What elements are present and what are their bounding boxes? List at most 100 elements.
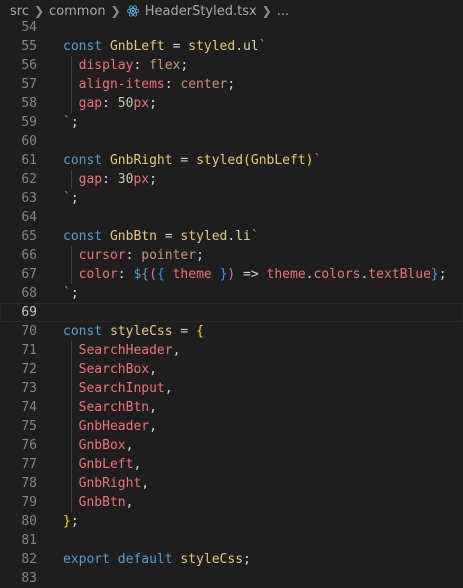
code-token: theme bbox=[266, 267, 306, 282]
line-number: 71 bbox=[21, 343, 37, 358]
code-token: SearchHeader bbox=[78, 343, 173, 358]
code-token: => bbox=[235, 267, 267, 282]
code-token: , bbox=[149, 362, 157, 377]
line-number: 82 bbox=[21, 552, 37, 567]
code-line[interactable]: 76 GnbBox, bbox=[0, 436, 463, 455]
line-number: 54 bbox=[21, 20, 37, 35]
code-token: ; bbox=[438, 267, 447, 282]
line-number: 78 bbox=[21, 476, 37, 491]
breadcrumb-more[interactable]: ... bbox=[277, 4, 289, 19]
code-line[interactable]: 74 SearchBtn, bbox=[0, 398, 463, 417]
code-line[interactable]: 57 align-items: center; bbox=[0, 75, 463, 94]
line-number: 65 bbox=[21, 229, 37, 244]
code-line[interactable]: 55 const GnbLeft = styled.ul` bbox=[0, 37, 463, 56]
code-line[interactable]: 54 bbox=[0, 18, 463, 37]
code-text: gap: 30px; bbox=[63, 170, 157, 189]
code-token: ; bbox=[180, 58, 189, 73]
code-token: GnbRight bbox=[109, 153, 173, 168]
code-line[interactable]: 61 const GnbRight = styled(GnbLeft)` bbox=[0, 151, 463, 170]
code-token: styleCss bbox=[180, 552, 244, 567]
code-token: ; bbox=[70, 115, 79, 130]
code-token: , bbox=[125, 438, 134, 453]
code-line[interactable]: 59 `; bbox=[0, 113, 463, 132]
code-token: , bbox=[133, 457, 142, 472]
code-token: . bbox=[235, 39, 244, 54]
code-text: SearchBox, bbox=[63, 360, 157, 379]
code-line[interactable]: 73 SearchInput, bbox=[0, 379, 463, 398]
code-line[interactable]: 82 export default styleCss; bbox=[0, 550, 463, 569]
code-token: styled bbox=[188, 39, 236, 54]
code-token: 50 bbox=[117, 96, 134, 111]
code-token: , bbox=[149, 419, 157, 434]
code-token: center bbox=[180, 77, 228, 92]
line-number: 69 bbox=[21, 305, 37, 320]
code-text: export default styleCss; bbox=[63, 550, 251, 569]
code-token: { bbox=[196, 324, 204, 339]
code-token: ` bbox=[250, 229, 259, 244]
code-line[interactable]: 67 color: ${({ theme }) => theme.colors.… bbox=[0, 265, 463, 284]
code-editor[interactable]: 54 55 const GnbLeft = styled.ul` 56 display… bbox=[0, 18, 463, 588]
code-token: colors bbox=[313, 267, 361, 282]
code-token: : bbox=[164, 77, 181, 92]
code-token: = bbox=[172, 324, 197, 339]
code-line[interactable]: 83 bbox=[0, 569, 463, 588]
chevron-right-icon: ❯ bbox=[110, 4, 121, 18]
code-token: GnbRight bbox=[78, 476, 142, 491]
code-line[interactable]: 58 gap: 50px; bbox=[0, 94, 463, 113]
code-line[interactable]: 69 bbox=[0, 303, 463, 322]
code-text: GnbBtn, bbox=[63, 493, 134, 512]
code-line[interactable]: 64 bbox=[0, 208, 463, 227]
code-line[interactable]: 63 `; bbox=[0, 189, 463, 208]
breadcrumb-folder-common[interactable]: common bbox=[49, 4, 106, 19]
code-token: display bbox=[78, 58, 134, 73]
code-token: ( bbox=[243, 153, 251, 168]
code-line[interactable]: 79 GnbBtn, bbox=[0, 493, 463, 512]
line-number: 60 bbox=[21, 134, 37, 149]
breadcrumb-folder-src[interactable]: src bbox=[10, 4, 29, 19]
code-token: textBlue bbox=[368, 267, 431, 282]
code-text: SearchBtn, bbox=[63, 398, 157, 417]
code-line[interactable]: 70 const styleCss = { bbox=[0, 322, 463, 341]
line-number: 55 bbox=[21, 39, 37, 54]
code-line[interactable]: 68 `; bbox=[0, 284, 463, 303]
code-line[interactable]: 60 bbox=[0, 132, 463, 151]
code-token: gap bbox=[78, 96, 103, 111]
code-token: GnbLeft bbox=[109, 39, 165, 54]
code-token: ; bbox=[227, 77, 236, 92]
code-token: = bbox=[164, 39, 189, 54]
breadcrumb-file[interactable]: HeaderStyled.tsx bbox=[126, 4, 257, 19]
code-token: GnbBtn bbox=[109, 229, 157, 244]
code-line[interactable]: 78 GnbRight, bbox=[0, 474, 463, 493]
code-token: = bbox=[172, 153, 197, 168]
code-token: : bbox=[102, 172, 118, 187]
code-line[interactable]: 56 display: flex; bbox=[0, 56, 463, 75]
code-line[interactable]: 72 SearchBox, bbox=[0, 360, 463, 379]
code-token: cursor bbox=[78, 248, 126, 263]
code-text: `; bbox=[63, 189, 79, 208]
code-line[interactable]: 75 GnbHeader, bbox=[0, 417, 463, 436]
code-token: : bbox=[125, 248, 142, 263]
code-line[interactable]: 62 gap: 30px; bbox=[0, 170, 463, 189]
code-text: SearchInput, bbox=[63, 379, 173, 398]
line-number: 66 bbox=[21, 248, 37, 263]
code-line[interactable]: 71 SearchHeader, bbox=[0, 341, 463, 360]
code-token: const bbox=[63, 39, 110, 54]
code-token: ; bbox=[70, 286, 79, 301]
code-line[interactable]: 77 GnbLeft, bbox=[0, 455, 463, 474]
code-line[interactable]: 66 cursor: pointer; bbox=[0, 246, 463, 265]
react-icon bbox=[126, 5, 139, 17]
code-line[interactable]: 81 bbox=[0, 531, 463, 550]
code-line[interactable]: 80}; bbox=[0, 512, 463, 531]
code-token: ( bbox=[149, 267, 157, 282]
line-number: 75 bbox=[21, 419, 37, 434]
code-line[interactable]: 65 const GnbBtn = styled.li` bbox=[0, 227, 463, 246]
code-text: align-items: center; bbox=[63, 75, 236, 94]
